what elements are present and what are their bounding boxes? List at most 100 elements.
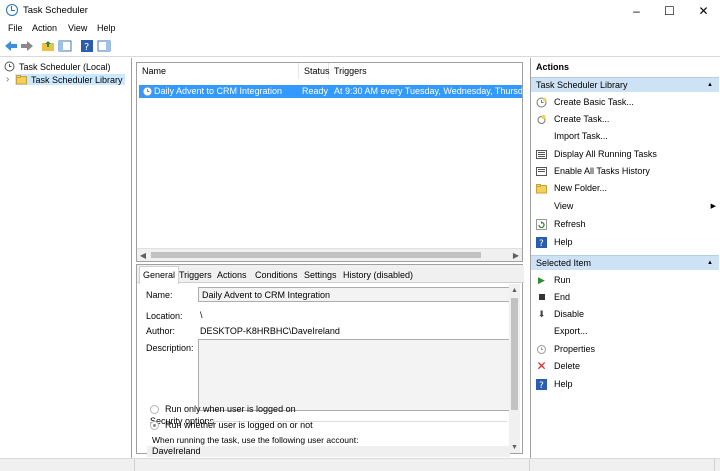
action-enable-tasks-history[interactable]: Enable All Tasks History	[536, 164, 650, 178]
collapse-icon[interactable]: ▲	[707, 78, 713, 93]
maximize-button[interactable]: ☐	[653, 0, 686, 21]
actions-pane: Actions Task Scheduler Library ▲ Create …	[530, 58, 720, 458]
task-status: Ready	[302, 86, 329, 96]
tree-label-library: Task Scheduler Library	[31, 74, 123, 85]
tab-history[interactable]: History (disabled)	[340, 268, 416, 283]
toolbar: ?	[0, 36, 720, 57]
expand-chevron-icon[interactable]: ›	[6, 74, 15, 85]
action-import-task[interactable]: Import Task...	[536, 129, 608, 143]
action-label: Run	[554, 275, 571, 285]
action-disable[interactable]: ⬇ Disable	[536, 307, 584, 321]
scroll-thumb[interactable]	[151, 252, 481, 258]
tree-item-task-scheduler-library[interactable]: › Task Scheduler Library	[6, 73, 125, 86]
tab-triggers[interactable]: Triggers	[176, 268, 215, 283]
action-delete[interactable]: ✕ Delete	[536, 359, 580, 373]
show-hide-console-tree-icon[interactable]	[58, 39, 72, 53]
running-tasks-icon	[536, 149, 547, 159]
name-field[interactable]: Daily Advent to CRM Integration	[198, 287, 510, 302]
action-create-basic-task[interactable]: Create Basic Task...	[536, 95, 634, 109]
tab-general[interactable]: General	[139, 266, 180, 284]
description-field[interactable]	[198, 339, 510, 411]
task-scheduler-app-icon	[6, 4, 18, 16]
user-account-field: DaveIreland	[147, 446, 510, 457]
scroll-right-icon[interactable]: ▶	[510, 249, 522, 262]
console-tree: Task Scheduler (Local) › Task Scheduler …	[0, 58, 132, 458]
action-label: Display All Running Tasks	[554, 149, 657, 159]
action-label: Create Basic Task...	[554, 97, 634, 107]
tab-conditions[interactable]: Conditions	[252, 268, 301, 283]
new-folder-icon	[536, 183, 547, 193]
group-selected-label: Selected Item	[536, 258, 592, 268]
menu-action[interactable]: Action	[32, 23, 57, 33]
action-label: Help	[554, 237, 573, 247]
action-help-library[interactable]: ? Help	[536, 235, 573, 249]
action-properties[interactable]: Properties	[536, 342, 595, 356]
scroll-left-icon[interactable]: ◀	[137, 249, 149, 262]
submenu-arrow-icon: ▶	[710, 203, 716, 210]
run-play-icon: ▶	[538, 274, 545, 285]
show-hide-action-pane-icon[interactable]	[97, 39, 111, 53]
actions-group-selected-item[interactable]: Selected Item ▲	[531, 255, 719, 270]
menu-view[interactable]: View	[68, 23, 87, 33]
column-header-name[interactable]: Name	[137, 63, 299, 79]
refresh-icon	[536, 218, 547, 230]
create-task-icon	[537, 114, 546, 124]
radio-run-whether-logged-on[interactable]	[150, 421, 159, 430]
description-label: Description:	[146, 343, 194, 353]
column-header-status[interactable]: Status	[299, 63, 330, 79]
scroll-down-icon[interactable]: ▼	[509, 441, 520, 453]
menu-help[interactable]: Help	[97, 23, 116, 33]
menu-file[interactable]: File	[8, 23, 23, 33]
end-stop-icon	[536, 292, 547, 303]
task-list: Name Status Triggers Daily Advent to CRM…	[136, 62, 523, 262]
action-label: Create Task...	[554, 114, 610, 124]
status-bar	[0, 458, 720, 471]
collapse-icon[interactable]: ▲	[707, 256, 713, 271]
action-display-running-tasks[interactable]: Display All Running Tasks	[536, 147, 657, 161]
action-refresh[interactable]: Refresh	[536, 217, 586, 231]
group-library-label: Task Scheduler Library	[536, 80, 628, 90]
tab-actions[interactable]: Actions	[214, 268, 250, 283]
actions-group-library[interactable]: Task Scheduler Library ▲	[531, 77, 719, 92]
create-basic-task-icon	[536, 97, 547, 107]
action-label: Help	[554, 379, 573, 389]
delete-x-icon: ✕	[536, 359, 547, 373]
action-end[interactable]: End	[536, 290, 570, 304]
scroll-up-icon[interactable]: ▲	[509, 284, 520, 296]
disable-down-arrow-icon: ⬇	[537, 308, 546, 319]
forward-arrow-icon[interactable]	[20, 39, 34, 53]
column-header-triggers[interactable]: Triggers	[329, 63, 524, 79]
minimize-button[interactable]: –	[620, 0, 653, 21]
tree-selection: Task Scheduler Library	[15, 74, 125, 85]
up-folder-icon[interactable]	[41, 39, 55, 53]
action-view[interactable]: View ▶	[536, 199, 716, 213]
actions-header: Actions	[536, 62, 570, 72]
action-label: Delete	[554, 361, 581, 371]
action-new-folder[interactable]: New Folder...	[536, 181, 607, 195]
action-export[interactable]: Export...	[536, 324, 588, 338]
task-clock-icon	[142, 86, 153, 97]
status-segment	[135, 459, 530, 471]
menu-bar: File Action View Help	[0, 21, 720, 36]
task-row[interactable]: Daily Advent to CRM Integration Ready At…	[139, 85, 522, 98]
export-icon	[536, 326, 547, 337]
back-arrow-icon[interactable]	[4, 39, 18, 53]
tree-item-task-scheduler-local[interactable]: Task Scheduler (Local)	[4, 60, 111, 73]
name-label: Name:	[146, 290, 173, 300]
radio-run-only-when-logged-on[interactable]	[150, 405, 159, 414]
action-help-selected[interactable]: ? Help	[536, 377, 573, 391]
details-vertical-scrollbar[interactable]: ▲ ▼	[509, 284, 520, 453]
location-label: Location:	[146, 311, 183, 321]
help-icon[interactable]: ?	[80, 39, 94, 53]
view-icon	[536, 201, 547, 212]
tab-settings[interactable]: Settings	[301, 268, 340, 283]
action-run[interactable]: ▶ Run	[536, 273, 571, 287]
svg-text:?: ?	[539, 381, 544, 390]
details-scroll-thumb[interactable]	[511, 298, 518, 410]
svg-text:?: ?	[84, 42, 89, 53]
task-list-horizontal-scrollbar[interactable]: ◀ ▶	[137, 248, 522, 261]
radio-label-logged-on: Run only when user is logged on	[165, 404, 296, 414]
action-label: Import Task...	[554, 131, 608, 141]
close-button[interactable]: ✕	[687, 0, 720, 21]
action-create-task[interactable]: Create Task...	[536, 112, 609, 126]
